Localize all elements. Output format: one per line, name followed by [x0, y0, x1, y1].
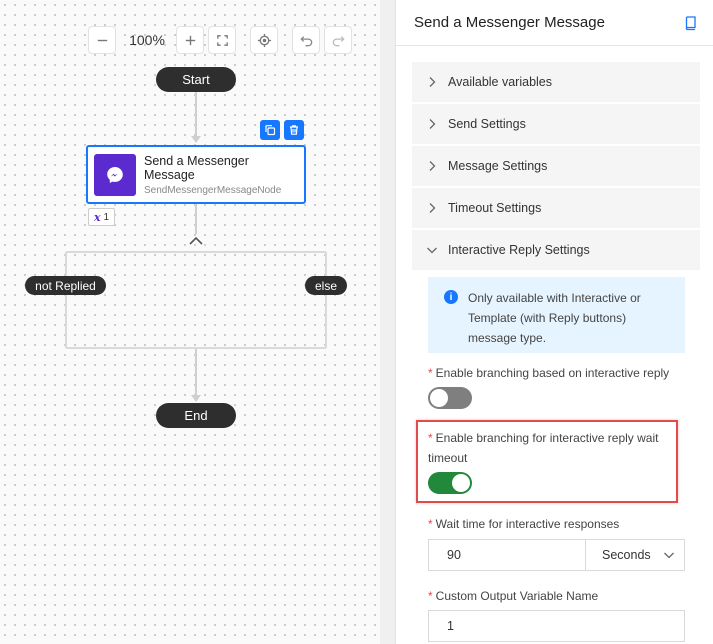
section-send-settings[interactable]: Send Settings	[412, 104, 700, 144]
zoom-in-button[interactable]	[176, 26, 204, 54]
branch-container	[65, 251, 327, 349]
flow-canvas[interactable]: 100% Start Send a Messenger Message Send…	[0, 0, 380, 644]
output-variable-input[interactable]: 1	[428, 610, 685, 642]
section-label: Timeout Settings	[448, 201, 542, 215]
wait-time-row: 90 Seconds	[428, 539, 685, 571]
minus-icon	[97, 39, 107, 41]
connector-arrow	[191, 395, 201, 402]
collapse-branch-button[interactable]	[187, 234, 205, 248]
chevron-down-icon	[664, 552, 674, 559]
output-variable-label: * Custom Output Variable Name	[428, 589, 599, 603]
branching-timeout-label: * Enable branching for interactive reply …	[428, 431, 659, 465]
zoom-level: 100%	[129, 32, 165, 48]
section-label: Send Settings	[448, 117, 526, 131]
info-alert: i Only available with Interactive or Tem…	[428, 277, 685, 353]
variable-badge[interactable]: x 1	[88, 208, 115, 226]
node-title: Send a Messenger Message	[144, 153, 249, 182]
section-available-variables[interactable]: Available variables	[412, 62, 700, 102]
branch-label-not-replied[interactable]: not Replied	[25, 276, 106, 295]
wait-time-unit-value: Seconds	[602, 548, 651, 562]
wait-time-unit-select[interactable]: Seconds	[585, 539, 685, 571]
settings-panel: Send a Messenger Message Available varia…	[396, 0, 713, 644]
crosshair-icon	[257, 33, 271, 47]
panel-divider[interactable]	[380, 0, 396, 644]
connector-line	[195, 349, 197, 395]
undo-button[interactable]	[292, 26, 320, 54]
documentation-button[interactable]	[683, 15, 699, 31]
delete-node-button[interactable]	[284, 120, 304, 140]
required-marker: *	[428, 589, 433, 603]
chevron-right-icon	[429, 119, 436, 129]
connector-line	[195, 204, 197, 234]
panel-body: Available variables Send Settings Messag…	[396, 46, 713, 644]
toggle-knob	[430, 389, 448, 407]
copy-icon	[265, 125, 276, 136]
chevron-down-icon	[427, 247, 437, 254]
panel-title: Send a Messenger Message	[414, 14, 605, 31]
info-text: Only available with Interactive or Templ…	[468, 291, 641, 345]
node-type: SendMessengerMessageNode	[144, 184, 282, 196]
branching-reply-toggle[interactable]	[428, 387, 472, 409]
section-label: Message Settings	[448, 159, 548, 173]
end-node[interactable]: End	[156, 403, 236, 428]
branch-label-else[interactable]: else	[305, 276, 347, 295]
undo-icon	[299, 35, 312, 46]
branching-reply-label: * Enable branching based on interactive r…	[428, 366, 670, 380]
book-icon	[685, 15, 696, 30]
plus-icon	[185, 35, 195, 45]
required-marker: *	[428, 366, 433, 380]
center-view-button[interactable]	[250, 26, 278, 54]
trash-icon	[290, 125, 298, 135]
panel-header: Send a Messenger Message	[396, 0, 713, 46]
start-node[interactable]: Start	[156, 67, 236, 92]
required-marker: *	[428, 517, 433, 531]
chevron-up-icon	[189, 236, 203, 245]
variable-icon: x	[93, 210, 101, 224]
redo-button[interactable]	[324, 26, 352, 54]
connector-line	[195, 92, 197, 136]
connector-arrow	[191, 136, 201, 143]
required-marker: *	[428, 431, 433, 445]
duplicate-node-button[interactable]	[260, 120, 280, 140]
section-message-settings[interactable]: Message Settings	[412, 146, 700, 186]
section-interactive-reply-settings[interactable]: Interactive Reply Settings	[412, 230, 700, 270]
redo-icon	[332, 35, 345, 46]
zoom-out-button[interactable]	[88, 26, 116, 54]
fit-view-icon	[216, 34, 228, 46]
messenger-icon	[94, 153, 136, 196]
section-timeout-settings[interactable]: Timeout Settings	[412, 188, 700, 228]
zoom-toolbar: 100%	[88, 26, 356, 54]
messenger-message-node[interactable]: Send a Messenger Message SendMessengerMe…	[86, 145, 306, 204]
fit-view-button[interactable]	[208, 26, 236, 54]
toggle-knob	[452, 474, 470, 492]
section-label: Available variables	[448, 75, 552, 89]
info-icon: i	[444, 290, 458, 304]
branching-timeout-toggle[interactable]	[428, 472, 472, 494]
chevron-right-icon	[429, 77, 436, 87]
variable-count: 1	[103, 211, 110, 223]
wait-time-input[interactable]: 90	[428, 539, 585, 571]
chevron-right-icon	[429, 161, 436, 171]
section-label: Interactive Reply Settings	[448, 243, 590, 257]
chevron-right-icon	[429, 203, 436, 213]
wait-time-label: * Wait time for interactive responses	[428, 517, 620, 531]
